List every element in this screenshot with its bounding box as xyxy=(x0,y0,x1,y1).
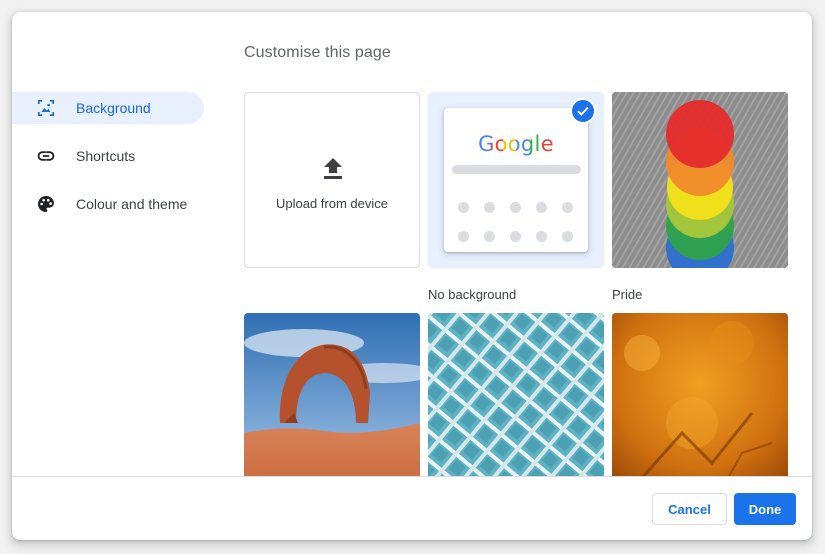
dialog-title: Customise this page xyxy=(244,44,391,61)
shortcut-dot xyxy=(484,231,495,242)
nav-label-shortcuts: Shortcuts xyxy=(76,148,136,164)
no-background-label: No background xyxy=(428,287,517,302)
shortcut-dot xyxy=(458,231,469,242)
shortcut-dot xyxy=(458,202,469,213)
shortcut-dot xyxy=(562,202,573,213)
shortcut-dot xyxy=(536,231,547,242)
google-logo: Google xyxy=(478,132,554,156)
glass-building-image xyxy=(428,313,604,476)
cancel-button[interactable]: Cancel xyxy=(652,493,727,525)
customise-dialog: Customise this page Background Shortcuts xyxy=(12,12,812,540)
selected-check-icon xyxy=(570,98,596,124)
upload-label: Upload from device xyxy=(276,196,388,211)
palette-icon xyxy=(36,194,56,214)
nav-label-colour-and-theme: Colour and theme xyxy=(76,196,188,212)
done-button[interactable]: Done xyxy=(734,493,796,525)
shortcut-dot xyxy=(484,202,495,213)
autumn-leaves-image xyxy=(612,313,788,476)
ntp-preview-card: Google xyxy=(444,108,588,252)
shortcut-dot xyxy=(510,202,521,213)
pride-image xyxy=(612,92,788,268)
upload-tile[interactable]: Upload from device xyxy=(244,92,420,268)
shortcut-dot xyxy=(510,231,521,242)
pride-label: Pride xyxy=(612,287,643,302)
shortcut-dot xyxy=(536,202,547,213)
nav-item-background[interactable]: Background xyxy=(12,92,204,124)
nav-label-background: Background xyxy=(76,100,151,116)
nav-item-shortcuts[interactable]: Shortcuts xyxy=(12,140,204,172)
pride-tile[interactable] xyxy=(612,92,788,268)
glass-building-tile[interactable] xyxy=(428,313,604,476)
arch-image xyxy=(244,313,420,476)
dialog-footer: Cancel Done xyxy=(12,476,812,540)
no-background-tile[interactable]: Google xyxy=(428,92,604,268)
link-icon xyxy=(36,146,56,166)
nav-item-colour-and-theme[interactable]: Colour and theme xyxy=(12,188,204,220)
background-icon xyxy=(36,98,56,118)
arch-tile[interactable] xyxy=(244,313,420,476)
upload-icon xyxy=(323,157,343,186)
shortcut-dot xyxy=(562,231,573,242)
search-bar-placeholder xyxy=(452,165,581,174)
background-grid: Upload from device Google No background … xyxy=(244,92,792,476)
autumn-leaves-tile[interactable] xyxy=(612,313,788,476)
